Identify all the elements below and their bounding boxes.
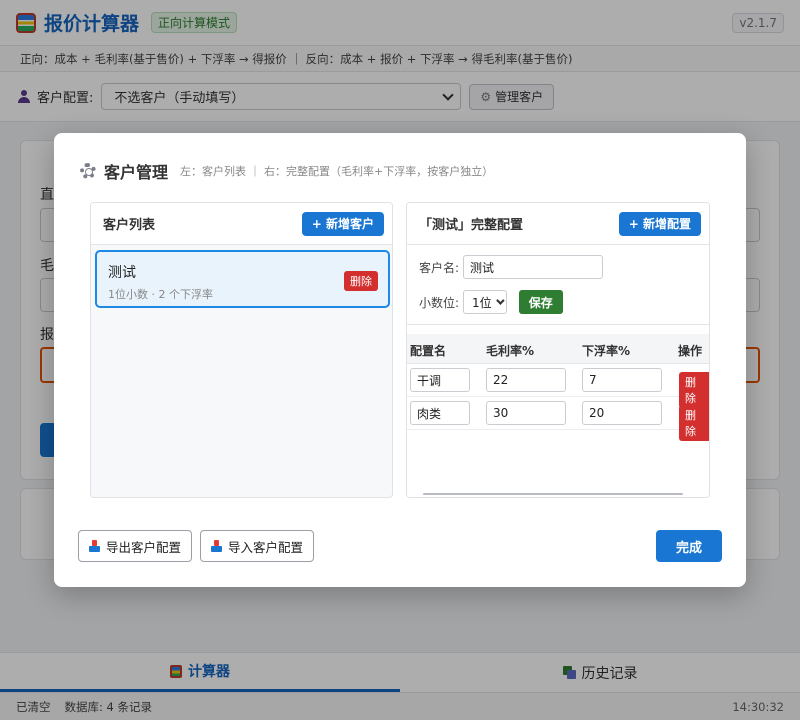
client-meta: 1位小数 · 2 个下浮率 (108, 288, 213, 301)
client-config-title: 「测试」完整配置 (419, 218, 524, 233)
client-list-panel: 客户列表 + 新增客户 测试 1位小数 · 2 个下浮率 删除 (90, 202, 393, 498)
config-name-input[interactable]: 干调 (410, 368, 470, 392)
decimal-select-value: 1位 (472, 295, 492, 310)
add-config-button[interactable]: + 新增配置 (618, 211, 701, 236)
discount-input[interactable]: 20 (582, 401, 662, 425)
col-name: 配置名 (410, 344, 447, 358)
client-config-header: 「测试」完整配置 + 新增配置 (407, 203, 709, 245)
client-name-input[interactable]: 测试 (463, 255, 604, 279)
save-button[interactable]: 保存 (518, 290, 563, 314)
client-list-title: 客户列表 (103, 218, 156, 233)
config-divider (407, 324, 709, 325)
client-name-row: 客户名: 测试 (419, 255, 604, 279)
discount-input[interactable]: 7 (582, 368, 662, 392)
modal-header: 客户管理 左：客户列表 ｜ 右：完整配置（毛利率+下浮率，按客户独立） (80, 159, 493, 183)
modal-subtitle: 左：客户列表 ｜ 右：完整配置（毛利率+下浮率，按客户独立） (180, 165, 494, 178)
client-management-modal: 客户管理 左：客户列表 ｜ 右：完整配置（毛利率+下浮率，按客户独立） 客户列表… (54, 133, 746, 587)
add-client-button[interactable]: + 新增客户 (301, 211, 384, 236)
col-discount: 下浮率% (582, 344, 631, 358)
decimal-label: 小数位: (419, 295, 460, 310)
export-config-button[interactable]: 导出客户配置 (78, 530, 193, 562)
config-name-input[interactable]: 肉类 (410, 401, 470, 425)
delete-client-button[interactable]: 删除 (344, 271, 378, 291)
client-name: 测试 (108, 265, 136, 281)
import-config-label: 导入客户配置 (228, 539, 304, 555)
export-icon (89, 540, 100, 552)
table-row: 干调 22 7 删除 (407, 364, 709, 408)
client-list-header: 客户列表 + 新增客户 (91, 203, 392, 245)
decimal-row: 小数位: 1位 保存 (419, 290, 563, 314)
import-icon (211, 540, 222, 552)
client-config-panel: 「测试」完整配置 + 新增配置 客户名: 测试 小数位: 1位 保存 配置名 毛… (406, 202, 710, 498)
config-table-header: 配置名 毛利率% 下浮率% 操作 (407, 334, 709, 364)
chevron-down-icon (495, 296, 505, 305)
done-button[interactable]: 完成 (656, 530, 722, 562)
client-name-label: 客户名: (419, 260, 460, 275)
export-config-label: 导出客户配置 (106, 539, 182, 555)
decimal-select[interactable]: 1位 (463, 290, 507, 314)
margin-input[interactable]: 30 (486, 401, 566, 425)
delete-config-button[interactable]: 删除 (679, 405, 709, 441)
horizontal-scrollbar[interactable] (423, 493, 683, 495)
margin-input[interactable]: 22 (486, 368, 566, 392)
modal-title: 客户管理 (104, 163, 169, 182)
import-config-button[interactable]: 导入客户配置 (200, 530, 315, 562)
gear-icon (80, 163, 96, 179)
table-row: 肉类 30 20 删除 (407, 397, 709, 441)
col-action: 操作 (678, 344, 703, 358)
client-list-item[interactable]: 测试 1位小数 · 2 个下浮率 删除 (95, 250, 390, 308)
col-margin: 毛利率% (486, 344, 535, 358)
